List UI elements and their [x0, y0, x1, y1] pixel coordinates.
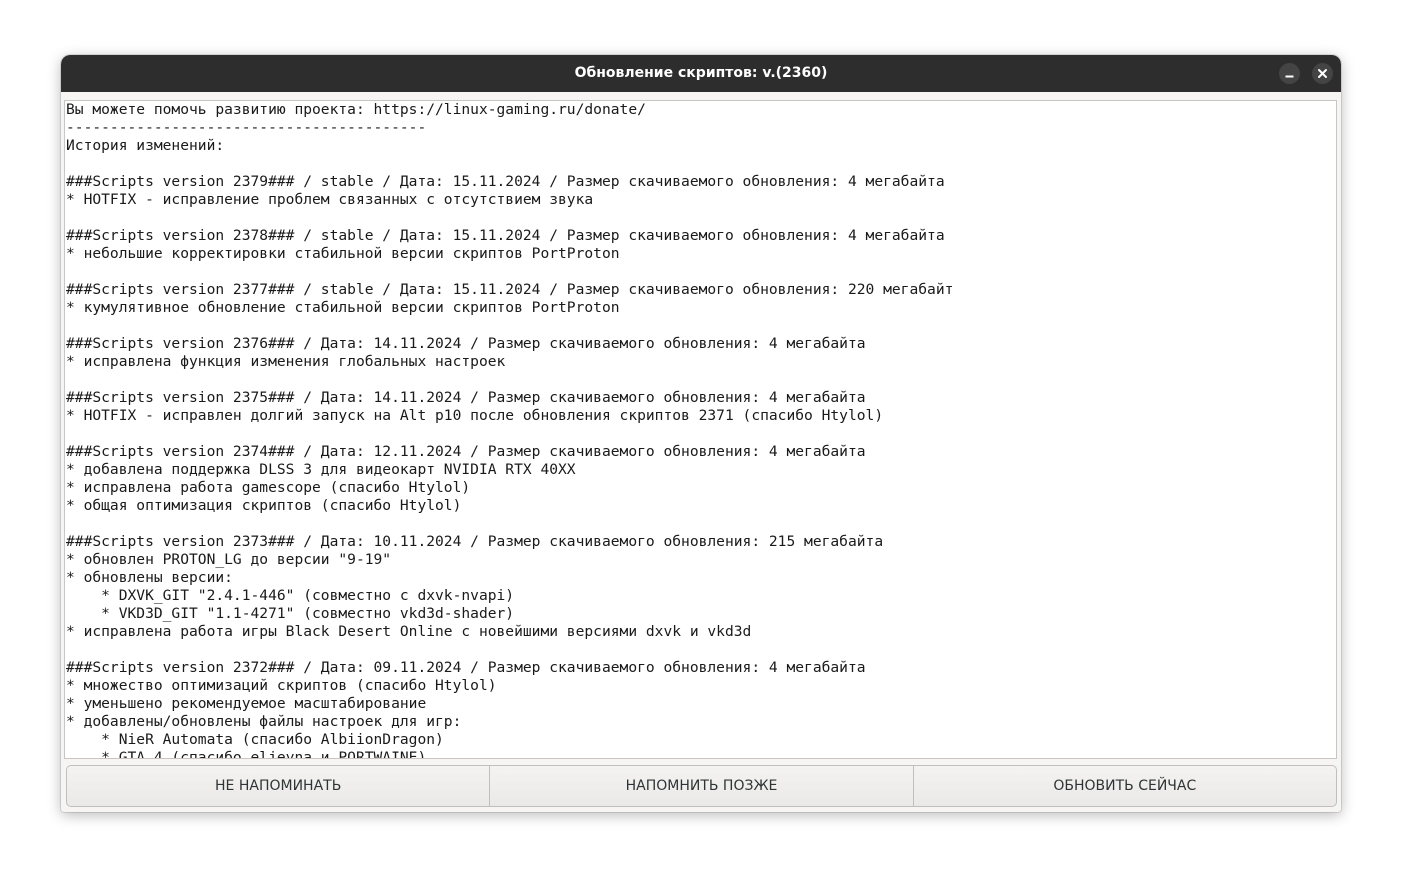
changelog-line: * обновлены версии:	[66, 569, 233, 586]
changelog-line	[66, 155, 1336, 173]
changelog-line: * небольшие корректировки стабильной вер…	[66, 245, 620, 262]
changelog-line: * уменьшено рекомендуемое масштабировани…	[66, 695, 427, 712]
changelog-line: * исправлена работа игры Black Desert On…	[66, 623, 752, 640]
window-title: Обновление скриптов: v.(2360)	[574, 65, 828, 81]
update-dialog-window: Обновление скриптов: v.(2360) Вы можете …	[61, 55, 1341, 812]
changelog-line: * обновлен PROTON_LG до версии "9-19"	[66, 551, 392, 568]
minimize-button[interactable]	[1279, 63, 1300, 84]
changelog-line: * HOTFIX - исправление проблем связанных…	[66, 191, 594, 208]
changelog-line: * NieR Automata (спасибо AlbiionDragon)	[66, 731, 444, 748]
changelog-line: ###Scripts version 2379### / stable / Да…	[66, 173, 945, 190]
changelog-line: ----------------------------------------…	[66, 119, 427, 136]
changelog-line: * VKD3D_GIT "1.1-4271" (совместно vkd3d-…	[66, 605, 515, 622]
changelog-line	[66, 515, 1336, 533]
changelog-line: ###Scripts version 2376### / Дата: 14.11…	[66, 335, 866, 352]
close-icon	[1318, 69, 1327, 78]
changelog-line	[66, 263, 1336, 281]
close-button[interactable]	[1312, 63, 1333, 84]
dont-remind-button[interactable]: НЕ НАПОМИНАТЬ	[67, 766, 491, 806]
changelog-line	[66, 317, 1336, 335]
changelog-line: * множество оптимизаций скриптов (спасиб…	[66, 677, 497, 694]
changelog-line: ###Scripts version 2372### / Дата: 09.11…	[66, 659, 866, 676]
changelog-line: ###Scripts version 2374### / Дата: 12.11…	[66, 443, 866, 460]
changelog-line: Вы можете помочь развитию проекта: https…	[66, 101, 646, 118]
minimize-icon	[1285, 75, 1294, 78]
changelog-line: * исправлена работа gamescope (спасибо H…	[66, 479, 471, 496]
changelog-line: * добавлена поддержка DLSS 3 для видеока…	[66, 461, 576, 478]
changelog-line	[66, 425, 1336, 443]
changelog-line: * HOTFIX - исправлен долгий запуск на Al…	[66, 407, 884, 424]
changelog-line	[66, 641, 1336, 659]
changelog-text-view[interactable]: Вы можете помочь развитию проекта: https…	[64, 100, 1337, 759]
button-bar: НЕ НАПОМИНАТЬ НАПОМНИТЬ ПОЗЖЕ ОБНОВИТЬ С…	[66, 765, 1337, 807]
titlebar[interactable]: Обновление скриптов: v.(2360)	[61, 55, 1341, 92]
changelog-line	[66, 209, 1336, 227]
changelog-line: * добавлены/обновлены файлы настроек для…	[66, 713, 462, 730]
changelog-line: ###Scripts version 2377### / stable / Да…	[66, 281, 954, 298]
changelog-line: * общая оптимизация скриптов (спасибо Ht…	[66, 497, 462, 514]
changelog-line: * исправлена функция изменения глобальны…	[66, 353, 506, 370]
changelog-line: ###Scripts version 2373### / Дата: 10.11…	[66, 533, 884, 550]
changelog-line	[66, 371, 1336, 389]
changelog-line: ###Scripts version 2378### / stable / Да…	[66, 227, 945, 244]
changelog-line: ###Scripts version 2375### / Дата: 14.11…	[66, 389, 866, 406]
changelog-line: История изменений:	[66, 137, 225, 154]
remind-later-button[interactable]: НАПОМНИТЬ ПОЗЖЕ	[490, 766, 914, 806]
changelog-line: * кумулятивное обновление стабильной вер…	[66, 299, 620, 316]
changelog-text: Вы можете помочь развитию проекта: https…	[65, 101, 1336, 759]
update-now-button[interactable]: ОБНОВИТЬ СЕЙЧАС	[914, 766, 1336, 806]
changelog-line: * GTA 4 (спасибо eljeyna и PORTWAINE)	[66, 749, 427, 759]
changelog-line: * DXVK_GIT "2.4.1-446" (совместно с dxvk…	[66, 587, 515, 604]
